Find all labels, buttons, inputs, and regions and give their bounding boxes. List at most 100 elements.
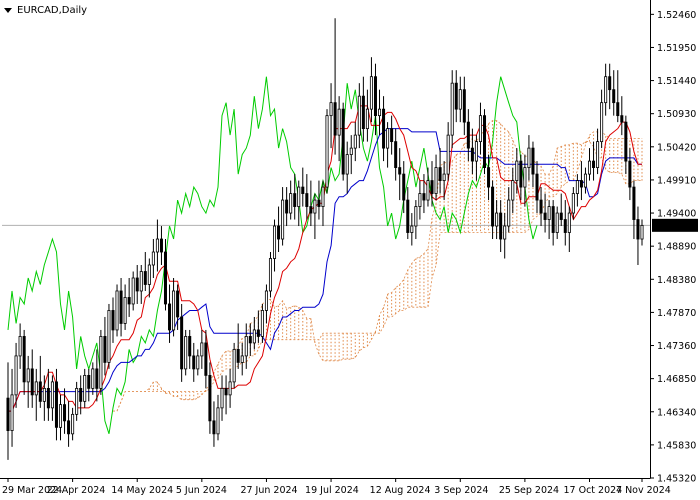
candle-body-bull bbox=[329, 102, 333, 117]
dropdown-triangle-icon[interactable] bbox=[4, 8, 12, 13]
candle bbox=[115, 284, 119, 337]
candle-body-bull bbox=[337, 108, 341, 136]
x-tick-label: 14 May 2024 bbox=[111, 485, 173, 496]
candle-body-bear bbox=[531, 147, 535, 175]
candle-body-bull bbox=[139, 271, 143, 292]
candle-body-bull bbox=[220, 387, 224, 409]
candle-body-bear bbox=[487, 167, 491, 188]
candle-body-bear bbox=[612, 89, 616, 104]
candle bbox=[325, 109, 329, 194]
candle-body-bull bbox=[575, 180, 579, 194]
candle-body-bull bbox=[450, 82, 454, 136]
candle-body-bull bbox=[273, 225, 277, 259]
candle-body-bear bbox=[224, 387, 228, 396]
candle-body-bear bbox=[22, 336, 26, 383]
candle-body-bull bbox=[426, 180, 430, 201]
y-tick-label: 1.50930 bbox=[657, 109, 696, 120]
candle-body-bull bbox=[321, 186, 325, 207]
candle-body-bear bbox=[398, 167, 402, 175]
candle-body-bull bbox=[458, 89, 462, 110]
y-tick-label: 1.48890 bbox=[657, 242, 696, 253]
candle-body-bear bbox=[46, 387, 50, 409]
candle bbox=[268, 252, 272, 298]
candle-body-bear bbox=[95, 368, 99, 389]
candle-body-bear bbox=[361, 95, 365, 130]
candle-body-bull bbox=[378, 108, 382, 117]
candle-body-bull bbox=[418, 193, 422, 207]
candle-body-bull bbox=[527, 147, 531, 168]
candle-body-bear bbox=[103, 336, 107, 363]
candle-body-bull bbox=[26, 368, 30, 383]
candle-body-bull bbox=[386, 128, 390, 149]
y-tick-label: 1.51950 bbox=[657, 43, 696, 54]
candle-body-bear bbox=[204, 342, 208, 376]
candle-body-bear bbox=[454, 82, 458, 110]
candle-body-bear bbox=[559, 212, 563, 220]
candle-body-bull bbox=[18, 336, 22, 357]
y-tick-label: 1.46340 bbox=[657, 407, 696, 418]
candle-body-bear bbox=[127, 297, 131, 305]
candle-body-bear bbox=[462, 89, 466, 123]
candle-body-bull bbox=[196, 355, 200, 370]
x-tick-label: 3 Sep 2024 bbox=[434, 485, 488, 496]
candle-body-bull bbox=[434, 167, 438, 194]
candle-body-bull bbox=[600, 102, 604, 143]
candle-body-bear bbox=[382, 108, 386, 149]
candle-body-bear bbox=[176, 290, 180, 318]
candle-body-bull bbox=[289, 193, 293, 214]
candle-body-bull bbox=[83, 374, 87, 402]
candle-body-bear bbox=[394, 141, 398, 168]
candle-body-bull bbox=[147, 264, 151, 285]
candle-body-bear bbox=[159, 238, 163, 253]
candle-body-bull bbox=[34, 381, 38, 396]
candle-body-bear bbox=[579, 180, 583, 188]
candle-body-bull bbox=[232, 349, 236, 383]
candle-body-bull bbox=[184, 336, 188, 370]
x-tick-label: 25 Sep 2024 bbox=[499, 485, 559, 496]
candle bbox=[184, 329, 188, 376]
y-tick-label: 1.49400 bbox=[657, 209, 696, 220]
candle-body-bear bbox=[406, 199, 410, 233]
candle-body-bull bbox=[10, 394, 14, 431]
candle-body-bull bbox=[596, 141, 600, 168]
candle-body-bear bbox=[616, 102, 620, 117]
candle-body-bull bbox=[414, 206, 418, 227]
candle-body-bull bbox=[555, 212, 559, 233]
candle-body-bear bbox=[212, 420, 216, 435]
candle-body-bear bbox=[317, 199, 321, 207]
candle-body-bear bbox=[135, 277, 139, 292]
candle-body-bear bbox=[180, 316, 184, 370]
candle-body-bull bbox=[446, 134, 450, 175]
candle-body-bear bbox=[248, 336, 252, 344]
candle-body-bear bbox=[38, 381, 42, 402]
y-tick-label: 1.47360 bbox=[657, 341, 696, 352]
candle-body-bull bbox=[200, 342, 204, 357]
candle-body-bull bbox=[583, 173, 587, 188]
candle bbox=[232, 342, 236, 389]
candle-body-bear bbox=[293, 193, 297, 207]
candle-body-bear bbox=[535, 173, 539, 201]
candle-body-bear bbox=[422, 193, 426, 201]
candle-body-bull bbox=[297, 186, 301, 207]
x-tick-label: 27 Jun 2024 bbox=[240, 485, 297, 496]
candle-body-bull bbox=[640, 224, 644, 240]
chart-canvas: 1.52460 1.51950 1.51440 1.50930 1.50420 1.499… bbox=[0, 0, 700, 500]
candle-body-bear bbox=[491, 186, 495, 227]
candle-body-bear bbox=[620, 115, 624, 123]
candle-body-bear bbox=[54, 381, 58, 428]
candle-body-bull bbox=[571, 193, 575, 214]
candle-body-bull bbox=[91, 368, 95, 389]
candle-body-bear bbox=[624, 121, 628, 162]
symbol-title-bar[interactable]: EURCAD,Daily bbox=[4, 3, 87, 17]
candle-body-bear bbox=[168, 303, 172, 331]
candle-body-bear bbox=[305, 193, 309, 207]
symbol-title: EURCAD,Daily bbox=[17, 4, 88, 16]
candle-body-bear bbox=[543, 212, 547, 220]
candle-body-bear bbox=[30, 368, 34, 396]
candle-body-bull bbox=[523, 167, 527, 188]
candle-body-bull bbox=[123, 297, 127, 324]
candle-body-bull bbox=[604, 76, 608, 104]
candle-body-bear bbox=[628, 160, 632, 188]
candle-body-bear bbox=[188, 336, 192, 357]
candle-body-bull bbox=[151, 251, 155, 266]
